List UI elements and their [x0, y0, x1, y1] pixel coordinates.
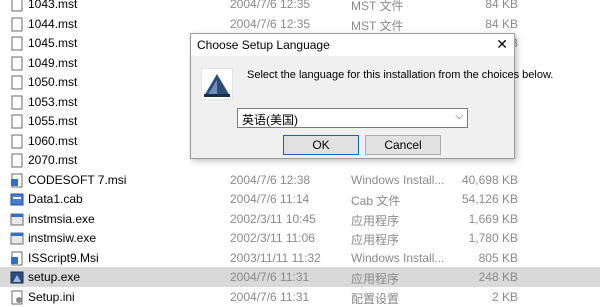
file-icon	[11, 56, 23, 70]
file-name: Setup.ini	[28, 289, 75, 304]
file-name: 2070.mst	[28, 153, 78, 167]
msi-icon	[11, 251, 23, 265]
file-size: 54,126 KB	[461, 192, 518, 206]
file-size: 2 KB	[491, 289, 518, 304]
dialog-titlebar[interactable]: Choose Setup Language ✕	[191, 34, 514, 56]
file-type: Windows Install...	[351, 250, 445, 265]
file-icon	[11, 36, 23, 51]
file-type: MST 文件	[351, 0, 404, 13]
file-size: 805 KB	[478, 250, 518, 265]
choose-setup-language-dialog: Choose Setup Language ✕ Select the langu…	[190, 33, 553, 159]
file-date: 2004/7/6 11:31	[230, 270, 310, 284]
file-row[interactable]: instmsiw.exe 2002/3/11 11:06 应用程序 1,780 KB	[0, 228, 600, 248]
file-icon	[11, 0, 23, 12]
chevron-down-icon[interactable]: ⌵	[455, 111, 463, 122]
setup-icon	[10, 271, 24, 284]
file-name: instmsiw.exe	[28, 231, 97, 245]
file-icon	[11, 114, 23, 129]
file-row[interactable]: 1043.mst 2004/7/6 12:35 MST 文件 84 KB	[0, 0, 600, 14]
file-name: instmsia.exe	[28, 211, 95, 226]
file-row[interactable]: 1044.mst 2004/7/6 12:35 MST 文件 84 KB	[0, 14, 600, 34]
file-row[interactable]: ISScript9.Msi 2003/11/11 11:32 Windows Ins…	[0, 248, 600, 268]
file-name: 1060.mst	[28, 133, 78, 148]
language-select-value: 英语(美国)	[242, 113, 298, 127]
ini-icon	[11, 290, 23, 304]
file-row[interactable]: CODESOFT 7.msi 2004/7/6 12:38 Windows Inst…	[0, 170, 600, 190]
file-size: 1,780 KB	[468, 231, 518, 245]
dialog-title: Choose Setup Language	[197, 38, 330, 52]
file-name: 1050.mst	[28, 75, 78, 89]
file-row[interactable]: Setup.ini 2004/7/6 11:31 配置设置 2 KB	[0, 287, 600, 307]
msi-icon	[11, 173, 23, 187]
file-size: 84 KB	[485, 16, 518, 31]
file-name: 1055.mst	[28, 114, 78, 128]
file-name: 1049.mst	[28, 55, 78, 70]
file-date: 2004/7/6 12:38	[230, 172, 311, 187]
exe-icon	[10, 232, 24, 245]
file-name: Data1.cab	[28, 192, 83, 206]
file-row[interactable]: setup.exe 2004/7/6 11:31 应用程序 248 KB	[0, 267, 600, 287]
file-type: 应用程序	[351, 213, 400, 228]
dialog-message: Select the language for this installatio…	[247, 69, 554, 81]
file-name: 1053.mst	[28, 94, 78, 109]
cancel-button[interactable]: Cancel	[365, 135, 441, 155]
file-name: CODESOFT 7.msi	[28, 172, 127, 187]
file-size: 84 KB	[485, 0, 518, 11]
file-date: 2004/7/6 12:35	[230, 16, 311, 31]
file-date: 2004/7/6 12:35	[230, 0, 311, 11]
file-icon	[11, 75, 23, 90]
installer-logo-icon	[201, 68, 233, 100]
file-name: setup.exe	[28, 270, 81, 284]
file-type: MST 文件	[351, 18, 404, 33]
file-date: 2003/11/11 11:32	[230, 250, 321, 265]
file-size: 1,669 KB	[468, 211, 518, 226]
file-date: 2002/3/11 10:45	[230, 211, 316, 226]
file-size: 40,698 KB	[461, 172, 518, 187]
file-row[interactable]: instmsia.exe 2002/3/11 10:45 应用程序 1,669 KB	[0, 209, 600, 229]
file-name: 1043.mst	[28, 0, 78, 11]
file-name: 1045.mst	[28, 36, 78, 50]
file-icon	[11, 134, 23, 148]
file-type: Windows Install...	[351, 172, 445, 187]
file-type: 配置设置	[351, 291, 400, 306]
file-date: 2004/7/6 11:31	[230, 289, 310, 304]
file-row[interactable]: Data1.cab 2004/7/6 11:14 Cab 文件 54,126 KB	[0, 189, 600, 209]
file-type: Cab 文件	[351, 194, 401, 208]
cab-icon	[10, 193, 24, 206]
close-icon[interactable]: ✕	[496, 36, 508, 53]
file-type: 应用程序	[351, 272, 400, 286]
exe-icon	[10, 213, 24, 225]
file-date: 2004/7/6 11:14	[230, 192, 310, 206]
file-type: 应用程序	[351, 233, 400, 247]
language-select[interactable]: 英语(美国) ⌵	[237, 108, 468, 128]
file-name: ISScript9.Msi	[28, 250, 99, 265]
file-icon	[11, 95, 23, 109]
file-date: 2002/3/11 11:06	[230, 231, 315, 245]
file-icon	[11, 17, 23, 31]
file-name: 1044.mst	[28, 16, 78, 31]
file-size: 248 KB	[478, 270, 518, 284]
file-icon	[11, 153, 23, 168]
ok-button[interactable]: OK	[283, 135, 359, 155]
